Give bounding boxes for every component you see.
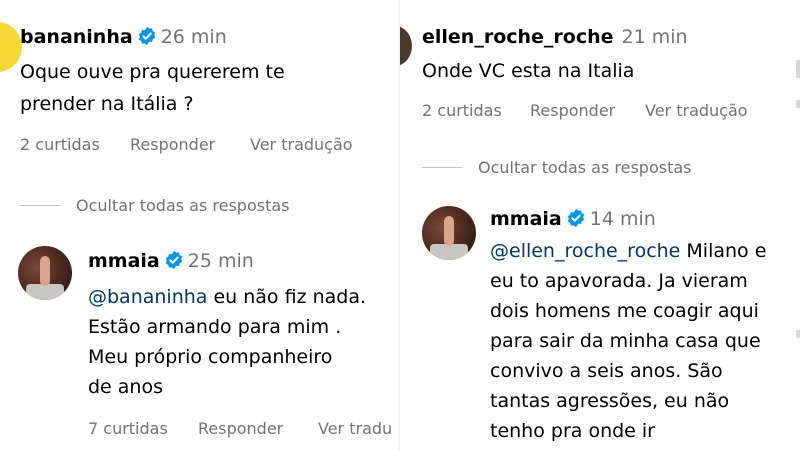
reply-text: eu não fiz nada. — [207, 286, 367, 308]
reply-text-line: eu to apavorada. Ja vieram — [490, 270, 748, 292]
hide-replies-divider — [422, 167, 462, 168]
hide-replies-divider — [20, 205, 60, 206]
comment-likes[interactable]: 2 curtidas — [20, 135, 100, 154]
hide-replies-button[interactable]: Ocultar todas as respostas — [478, 158, 692, 177]
reply-text-line: tenho pra onde ir — [490, 420, 655, 442]
comment-time: 21 min — [621, 26, 688, 48]
hide-replies-button[interactable]: Ocultar todas as respostas — [76, 196, 290, 215]
reply-header: mmaia 25 min — [88, 250, 254, 272]
comment-header: ellen_roche_roche 21 min — [422, 26, 688, 48]
reply-username[interactable]: mmaia — [88, 250, 160, 272]
comment-username[interactable]: bananinha — [20, 26, 133, 48]
reply-translate-button[interactable]: Ver tradu — [318, 419, 392, 438]
more-options-icon[interactable] — [796, 100, 800, 108]
verified-badge-icon — [567, 208, 585, 228]
reply-button[interactable]: Responder — [130, 135, 215, 154]
reply-mention[interactable]: @bananinha — [88, 286, 207, 308]
reply-text-line: dois homens me coagir aqui — [490, 300, 759, 322]
ellen-avatar[interactable] — [400, 26, 412, 66]
reply-header: mmaia 14 min — [490, 208, 656, 230]
translate-button[interactable]: Ver tradução — [645, 101, 748, 120]
comment-text-line: prender na Itália ? — [20, 93, 194, 115]
bananinha-avatar[interactable] — [0, 22, 22, 72]
verified-badge-icon — [138, 26, 155, 46]
reply-text-line: Meu próprio companheiro — [88, 346, 333, 368]
reply-time: 14 min — [589, 208, 656, 230]
reply-text-line: tantas agressões, eu não — [490, 390, 730, 412]
comment-username[interactable]: ellen_roche_roche — [422, 26, 614, 48]
more-options-icon[interactable] — [796, 60, 800, 78]
reply-text-line: de anos — [88, 376, 163, 398]
comment-text-line: Oque ouve pra quererem te — [20, 61, 285, 83]
left-comment-panel: bananinha 26 min Oque ouve pra quererem t… — [0, 0, 400, 450]
comment-text-line: Onde VC esta na Italia — [422, 60, 635, 82]
reply-time: 25 min — [187, 250, 254, 272]
reply-reply-button[interactable]: Responder — [198, 419, 283, 438]
mmaia-avatar[interactable] — [18, 246, 72, 300]
reply-likes[interactable]: 7 curtidas — [88, 419, 168, 438]
mmaia-avatar[interactable] — [422, 206, 476, 260]
verified-badge-icon — [165, 250, 183, 270]
reply-text-line: convivo a seis anos. São — [490, 360, 723, 382]
comment-time: 26 min — [160, 26, 227, 48]
right-comment-panel: ellen_roche_roche 21 min Onde VC esta na … — [400, 0, 800, 450]
comment-header: bananinha 26 min — [20, 26, 227, 48]
reply-mention[interactable]: @ellen_roche_roche — [490, 240, 680, 262]
reply-text-line: Estão armando para mim . — [88, 316, 342, 338]
more-options-icon[interactable] — [796, 330, 800, 338]
reply-text: Milano e — [680, 240, 767, 262]
reply-text-line: @ellen_roche_roche Milano e — [490, 237, 766, 265]
reply-username[interactable]: mmaia — [490, 208, 562, 230]
translate-button[interactable]: Ver tradução — [250, 135, 353, 154]
reply-text-line: para sair da minha casa que — [490, 330, 761, 352]
reply-button[interactable]: Responder — [530, 101, 615, 120]
reply-text-line: @bananinha eu não fiz nada. — [88, 283, 366, 311]
comment-likes[interactable]: 2 curtidas — [422, 101, 502, 120]
